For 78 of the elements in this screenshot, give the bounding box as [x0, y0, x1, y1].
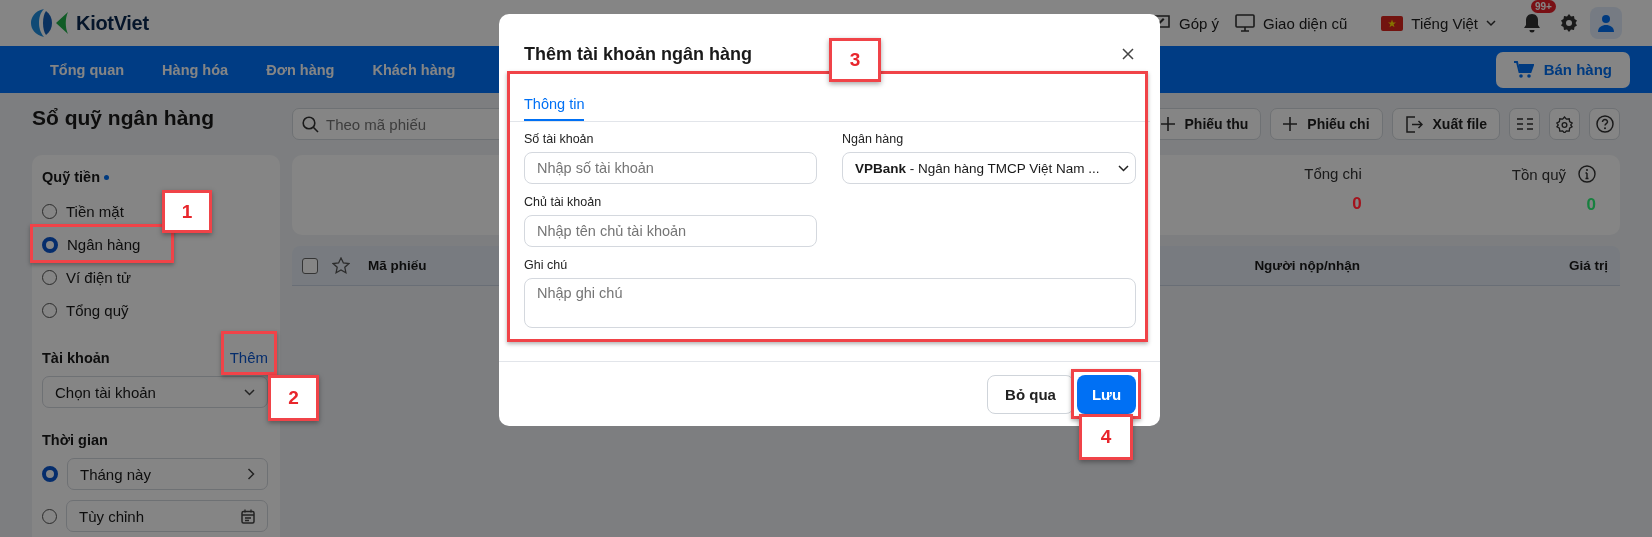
dialog-title: Thêm tài khoản ngân hàng: [524, 43, 752, 65]
summary-value: 0: [1586, 195, 1596, 215]
plus-icon: [1160, 117, 1175, 131]
star-icon[interactable]: [332, 257, 350, 274]
radio-option[interactable]: Ví điện tử: [42, 269, 132, 286]
settings-icon: [1560, 14, 1578, 32]
callout-number: 2: [268, 375, 319, 421]
nav-item[interactable]: Tổng quan: [50, 61, 125, 78]
radio-option[interactable]: Tổng quỹ: [42, 302, 129, 319]
radio-option[interactable]: Ngân hàng: [42, 236, 141, 253]
account-select[interactable]: Chọn tài khoản: [42, 376, 268, 408]
field-label: Ghi chú: [524, 258, 569, 272]
callout-number: 3: [829, 38, 881, 82]
input-field[interactable]: Nhập số tài khoản: [524, 152, 817, 184]
callout-number: 1: [162, 190, 212, 233]
input-field[interactable]: Nhập tên chủ tài khoản: [524, 215, 817, 247]
help-icon: [1595, 115, 1614, 133]
user-icon: [1597, 14, 1615, 32]
summary-label: Tổng chi: [1304, 165, 1362, 182]
field-label: Chủ tài khoản: [524, 195, 603, 209]
save-button[interactable]: Lưu: [1077, 374, 1136, 414]
time-field[interactable]: Tháng này: [67, 458, 268, 490]
help-button[interactable]: [1589, 108, 1620, 140]
flag-icon: [1381, 15, 1404, 31]
radio-button[interactable]: [42, 466, 58, 482]
close-icon: [1122, 48, 1134, 60]
language-selector[interactable]: Tiếng Việt: [1381, 14, 1496, 32]
radio-option[interactable]: Tiền mặt: [42, 203, 124, 220]
required-dot: [104, 174, 109, 180]
callout-number: 4: [1079, 414, 1133, 460]
time-field[interactable]: Tùy chỉnh: [66, 500, 268, 532]
search-icon: [302, 116, 319, 133]
action-button[interactable]: Phiếu chi: [1270, 108, 1383, 140]
columns-button[interactable]: [1509, 108, 1540, 140]
summary-label: Tồn quỹ: [1511, 165, 1566, 183]
column-header: Người nộp/nhận: [1254, 258, 1360, 273]
add-link[interactable]: Thêm: [229, 349, 268, 366]
notification-button[interactable]: [1522, 12, 1542, 34]
settings-icon: [1556, 115, 1573, 133]
tab[interactable]: Thông tin: [524, 88, 585, 121]
section-title: Tài khoản: [42, 349, 110, 366]
list-icon: [1516, 117, 1533, 131]
avatar[interactable]: [1590, 7, 1622, 39]
settings-button[interactable]: [1560, 14, 1578, 32]
field-label: Số tài khoản: [524, 132, 595, 146]
nav-item[interactable]: Đơn hàng: [266, 61, 335, 78]
checkbox[interactable]: [302, 257, 318, 274]
cancel-button[interactable]: Bỏ qua: [987, 374, 1074, 414]
page-title: Sổ quỹ ngân hàng: [32, 105, 215, 131]
logo-icon: [30, 8, 70, 38]
chevron-down-icon: [1118, 164, 1129, 172]
field-label: Ngân hàng: [842, 132, 905, 146]
cart-icon: [1513, 60, 1534, 79]
nav-item[interactable]: Hàng hóa: [162, 61, 229, 78]
column-header: Mã phiếu: [368, 258, 427, 273]
export-icon: [1404, 115, 1423, 133]
chevron-right-icon: [247, 468, 255, 480]
chevron-down-icon: [244, 388, 255, 396]
section-title: Quỹ tiền: [42, 169, 100, 185]
calendar-icon: [241, 508, 255, 524]
column-header: Giá trị: [1569, 258, 1608, 273]
note-field[interactable]: Nhập ghi chú: [524, 278, 1136, 328]
bell-icon: [1522, 12, 1542, 34]
close-button[interactable]: [1122, 48, 1134, 60]
settings-button[interactable]: [1549, 108, 1580, 140]
plus-icon: [1283, 117, 1298, 131]
action-button[interactable]: Xuất file: [1391, 108, 1500, 140]
nav-item[interactable]: Khách hàng: [372, 61, 456, 78]
notification-badge: 99+: [1531, 0, 1556, 13]
logo-text: KiotViet: [76, 11, 149, 35]
section-title: Thời gian: [42, 432, 108, 448]
sell-button[interactable]: Bán hàng: [1495, 51, 1630, 88]
monitor-icon: [1235, 14, 1256, 32]
bank-select[interactable]: VPBank - Ngân hàng TMCP Việt Nam ...: [842, 152, 1136, 184]
summary-value: 0: [1352, 194, 1362, 214]
chevron-down-icon: [1486, 19, 1496, 27]
highlight-frame: [221, 331, 277, 375]
top-link[interactable]: Giao diện cũ: [1235, 14, 1348, 32]
